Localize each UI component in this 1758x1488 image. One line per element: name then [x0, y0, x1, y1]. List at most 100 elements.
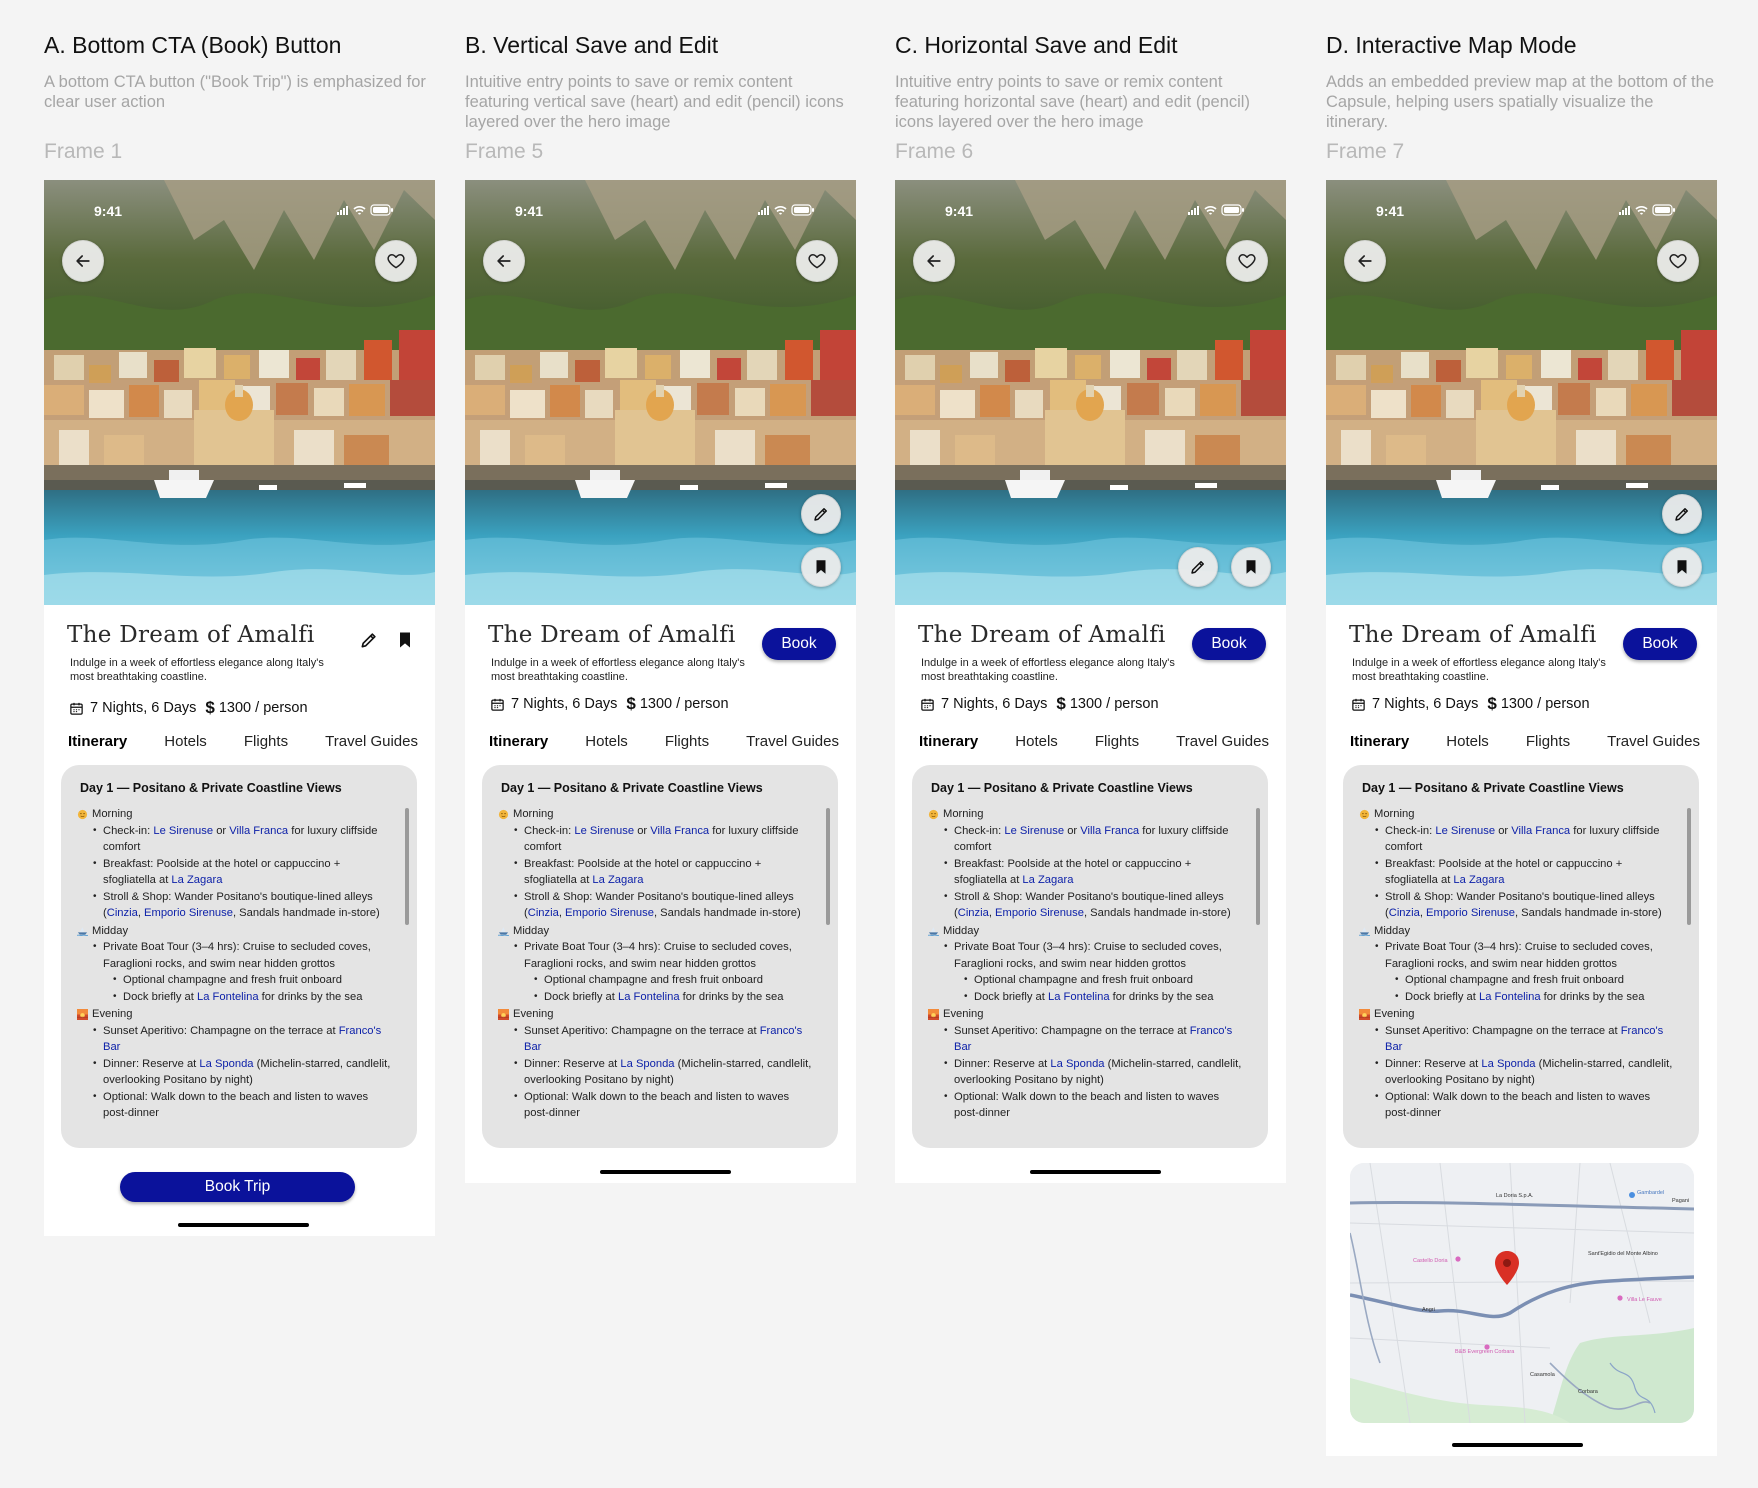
- tab-hotels[interactable]: Hotels: [1015, 733, 1058, 750]
- tab-itinerary[interactable]: Itinerary: [489, 733, 548, 750]
- hotel-link[interactable]: Le Sirenuse: [1435, 825, 1495, 837]
- book-button[interactable]: Book: [762, 628, 836, 660]
- place-link[interactable]: La Zagara: [1453, 874, 1504, 886]
- frame-label: Frame 6: [895, 140, 974, 163]
- shop-link[interactable]: Cinzia: [528, 907, 559, 919]
- place-link[interactable]: La Zagara: [171, 874, 222, 886]
- hotel-link[interactable]: Villa Franca: [1080, 825, 1139, 837]
- tab-travel-guides[interactable]: Travel Guides: [1607, 733, 1700, 750]
- list-item: Optional champagne and fresh fruit onboa…: [1395, 972, 1674, 989]
- book-button[interactable]: Book: [1623, 628, 1697, 660]
- tab-flights[interactable]: Flights: [244, 733, 288, 750]
- shop-link[interactable]: Emporio Sirenuse: [565, 907, 654, 919]
- shop-link[interactable]: Cinzia: [958, 907, 989, 919]
- list-item: Dock briefly at La Fontelina for drinks …: [534, 989, 813, 1006]
- shop-link[interactable]: Cinzia: [107, 907, 138, 919]
- shop-link[interactable]: Emporio Sirenuse: [1426, 907, 1515, 919]
- sun-icon: [77, 809, 88, 820]
- pencil-icon[interactable]: [359, 630, 379, 650]
- save-heart-button[interactable]: [375, 240, 417, 282]
- tab-hotels[interactable]: Hotels: [1446, 733, 1489, 750]
- hotel-link[interactable]: Villa Franca: [229, 825, 288, 837]
- itinerary-card[interactable]: Day 1 — Positano & Private Coastline Vie…: [482, 765, 838, 1148]
- place-link[interactable]: La Fontelina: [197, 991, 259, 1003]
- trip-meta: 7 Nights, 6 Days $ 1300 / person: [920, 694, 1159, 714]
- tab-hotels[interactable]: Hotels: [585, 733, 628, 750]
- home-indicator: [600, 1170, 731, 1174]
- hotel-link[interactable]: Villa Franca: [650, 825, 709, 837]
- itinerary-card[interactable]: Day 1 — Positano & Private Coastline Vie…: [61, 765, 417, 1148]
- restaurant-link[interactable]: La Sponda: [199, 1058, 253, 1070]
- heart-icon: [386, 251, 406, 271]
- scrollbar[interactable]: [826, 808, 830, 925]
- list-item: Private Boat Tour (3–4 hrs): Cruise to s…: [514, 939, 813, 1005]
- tab-flights[interactable]: Flights: [1526, 733, 1570, 750]
- tab-travel-guides[interactable]: Travel Guides: [325, 733, 418, 750]
- book-trip-button[interactable]: Book Trip: [120, 1172, 355, 1202]
- bookmark-icon[interactable]: [395, 630, 415, 650]
- hotel-link[interactable]: Villa Franca: [1511, 825, 1570, 837]
- place-link[interactable]: La Zagara: [592, 874, 643, 886]
- trip-duration: 7 Nights, 6 Days: [1372, 696, 1479, 712]
- trip-duration: 7 Nights, 6 Days: [511, 696, 618, 712]
- book-button[interactable]: Book: [1192, 628, 1266, 660]
- tab-hotels[interactable]: Hotels: [164, 733, 207, 750]
- bookmark-button[interactable]: [801, 547, 841, 587]
- section-midday: Midday: [498, 923, 813, 940]
- back-button[interactable]: [1344, 240, 1386, 282]
- itinerary-card[interactable]: Day 1 — Positano & Private Coastline Vie…: [912, 765, 1268, 1148]
- list-item: Dock briefly at La Fontelina for drinks …: [113, 989, 392, 1006]
- tab-flights[interactable]: Flights: [665, 733, 709, 750]
- save-heart-button[interactable]: [1226, 240, 1268, 282]
- restaurant-link[interactable]: La Sponda: [1050, 1058, 1104, 1070]
- place-link[interactable]: La Fontelina: [1479, 991, 1541, 1003]
- bookmark-button[interactable]: [1662, 547, 1702, 587]
- place-link[interactable]: La Zagara: [1022, 874, 1073, 886]
- itinerary-card[interactable]: Day 1 — Positano & Private Coastline Vie…: [1343, 765, 1699, 1148]
- tab-itinerary[interactable]: Itinerary: [68, 733, 127, 750]
- scrollbar[interactable]: [1256, 808, 1260, 925]
- place-link[interactable]: La Fontelina: [1048, 991, 1110, 1003]
- back-button[interactable]: [483, 240, 525, 282]
- tab-itinerary[interactable]: Itinerary: [919, 733, 978, 750]
- hotel-link[interactable]: Le Sirenuse: [153, 825, 213, 837]
- place-link[interactable]: La Fontelina: [618, 991, 680, 1003]
- tab-travel-guides[interactable]: Travel Guides: [1176, 733, 1269, 750]
- list-item: Private Boat Tour (3–4 hrs): Cruise to s…: [1375, 939, 1674, 1005]
- shop-link[interactable]: Emporio Sirenuse: [995, 907, 1084, 919]
- day-title: Day 1 — Positano & Private Coastline Vie…: [501, 781, 763, 795]
- edit-button[interactable]: [801, 494, 841, 534]
- bookmark-button[interactable]: [1231, 547, 1271, 587]
- hotel-link[interactable]: Le Sirenuse: [1004, 825, 1064, 837]
- edit-button[interactable]: [1662, 494, 1702, 534]
- scrollbar[interactable]: [1687, 808, 1691, 925]
- back-button[interactable]: [913, 240, 955, 282]
- sunset-icon: [1359, 1009, 1370, 1020]
- restaurant-link[interactable]: La Sponda: [1481, 1058, 1535, 1070]
- sunset-icon: [498, 1009, 509, 1020]
- calendar-icon: [69, 701, 84, 716]
- list-item: Check-in: Le Sirenuse or Villa Franca fo…: [1375, 823, 1674, 856]
- trip-meta: 7 Nights, 6 Days $ 1300 / person: [490, 694, 729, 714]
- tab-travel-guides[interactable]: Travel Guides: [746, 733, 839, 750]
- hotel-link[interactable]: Le Sirenuse: [574, 825, 634, 837]
- shop-link[interactable]: Emporio Sirenuse: [144, 907, 233, 919]
- save-heart-button[interactable]: [1657, 240, 1699, 282]
- map-preview[interactable]: La Doria S.p.A. Gambardel Pagani Sant'Eg…: [1350, 1163, 1694, 1423]
- shop-link[interactable]: Cinzia: [1389, 907, 1420, 919]
- section-evening: Evening: [1359, 1006, 1674, 1023]
- itinerary-list: Morning Check-in: Le Sirenuse or Villa F…: [498, 805, 813, 1122]
- tab-bar: Itinerary Hotels Flights Travel Guides: [68, 733, 418, 750]
- list-item: Sunset Aperitivo: Champagne on the terra…: [1375, 1023, 1674, 1056]
- tab-flights[interactable]: Flights: [1095, 733, 1139, 750]
- edit-button[interactable]: [1178, 547, 1218, 587]
- scrollbar[interactable]: [405, 808, 409, 925]
- back-button[interactable]: [62, 240, 104, 282]
- boat-icon: [77, 925, 88, 936]
- list-item: Optional champagne and fresh fruit onboa…: [534, 972, 813, 989]
- restaurant-link[interactable]: La Sponda: [620, 1058, 674, 1070]
- save-heart-button[interactable]: [796, 240, 838, 282]
- list-item: Dinner: Reserve at La Sponda (Michelin-s…: [944, 1056, 1243, 1089]
- tab-itinerary[interactable]: Itinerary: [1350, 733, 1409, 750]
- edit-save-icons: [359, 630, 415, 650]
